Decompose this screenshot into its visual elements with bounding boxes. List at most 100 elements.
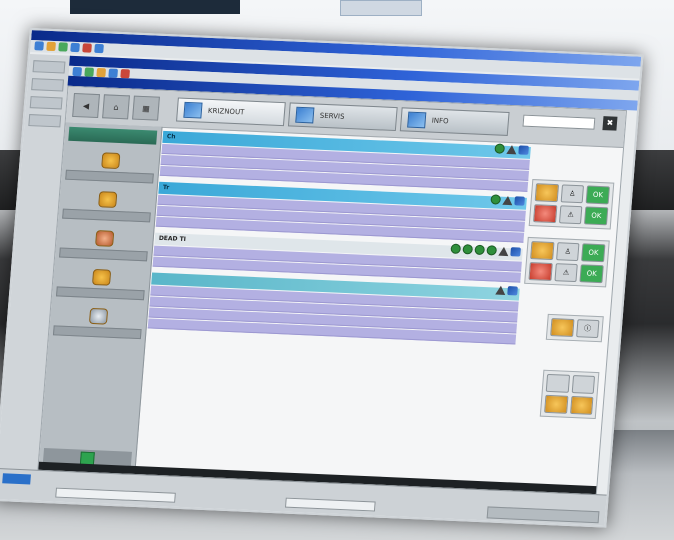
- action-panel: ♙ OK ⚠ OK: [528, 179, 615, 230]
- warning-icon: [506, 144, 518, 154]
- section-fourth: [147, 272, 520, 345]
- status-ok-icon: [474, 244, 486, 256]
- rail-button[interactable]: [32, 60, 66, 74]
- start-button[interactable]: [2, 473, 31, 485]
- action-panel: [539, 369, 600, 420]
- toolbar-icon[interactable]: [84, 67, 95, 77]
- status-ok-icon: [486, 245, 498, 256]
- computer-icon: [514, 195, 526, 206]
- rail-button[interactable]: [28, 114, 62, 128]
- close-button[interactable]: ✖: [602, 116, 618, 131]
- action-panel: ⓘ: [545, 313, 604, 343]
- home-button[interactable]: ⌂: [102, 94, 130, 120]
- status-ok-icon: [450, 243, 462, 254]
- stop-button[interactable]: [533, 204, 558, 224]
- toolbar-icon[interactable]: [120, 69, 130, 79]
- computer-icon: [510, 246, 522, 257]
- sidebar-item-label: [65, 169, 154, 184]
- section-title: Tr: [162, 183, 170, 192]
- section-tr: Tr: [155, 181, 527, 243]
- folder-action-button[interactable]: [569, 395, 594, 415]
- toolbar-icon[interactable]: [46, 41, 56, 52]
- status-icons: [495, 285, 518, 296]
- folder-icon: [91, 268, 112, 286]
- info-action-button[interactable]: ⓘ: [575, 319, 600, 339]
- warning-action-button[interactable]: ⚠: [554, 263, 579, 283]
- folder-action-button[interactable]: [544, 394, 568, 414]
- application-window: ◀ ⌂ ▦ KRIZNOUT SERVIS INFO ✖ Ch Tr DEAD …: [37, 85, 628, 496]
- sidebar-item[interactable]: [65, 151, 155, 184]
- rail-button[interactable]: [29, 96, 63, 110]
- warning-icon: [498, 246, 510, 256]
- computer-icon: [507, 286, 518, 296]
- background-monitor: [70, 0, 240, 14]
- sidebar-item-label: [59, 247, 148, 262]
- folder-action-button[interactable]: [534, 183, 559, 203]
- tab-label: KRIZNOUT: [207, 106, 245, 117]
- monitor-icon: [183, 101, 203, 119]
- warning-icon: [502, 195, 514, 205]
- status-icons: [490, 194, 526, 206]
- folder-icon: [98, 191, 118, 208]
- toolbar-icon[interactable]: [96, 67, 107, 78]
- status-ok-icon: [490, 194, 502, 205]
- back-button[interactable]: ◀: [72, 92, 100, 119]
- ok-button[interactable]: OK: [581, 243, 606, 263]
- stop-button[interactable]: [528, 262, 553, 281]
- section-title: DEAD TI: [158, 234, 187, 243]
- tab-servis[interactable]: SERVIS: [287, 102, 398, 132]
- folder-action-button[interactable]: [530, 241, 555, 261]
- person-icon: [95, 230, 115, 247]
- sidebar-item[interactable]: [59, 229, 149, 262]
- section-title: Ch: [166, 133, 176, 141]
- ok-button[interactable]: OK: [585, 185, 610, 205]
- taskbar-item[interactable]: [55, 487, 176, 503]
- monitor-screen: ◀ ⌂ ▦ KRIZNOUT SERVIS INFO ✖ Ch Tr DEAD …: [0, 28, 644, 528]
- person-action-button[interactable]: ♙: [560, 184, 585, 204]
- taskbar-item[interactable]: [284, 497, 376, 512]
- tools-icon: [88, 307, 109, 325]
- header-button-group: ◀ ⌂ ▦: [72, 92, 160, 121]
- blank-action-button[interactable]: [545, 373, 570, 393]
- ok-button[interactable]: OK: [579, 264, 604, 284]
- toolbar-icon[interactable]: [94, 43, 104, 54]
- sidebar-item[interactable]: [52, 306, 143, 340]
- status-icons: [450, 243, 522, 257]
- sidebar-heading: [68, 126, 158, 145]
- main-content: Ch Tr DEAD TI: [137, 130, 531, 484]
- sidebar-item[interactable]: [62, 190, 152, 223]
- folder-icon: [101, 152, 121, 170]
- action-panel: ♙ OK ⚠ OK: [524, 236, 610, 288]
- toolbar-icon[interactable]: [70, 42, 80, 53]
- system-tray: [486, 506, 600, 524]
- sidebar-item-label: [62, 208, 151, 223]
- search-input[interactable]: [522, 114, 596, 130]
- person-action-button[interactable]: ♙: [555, 242, 580, 262]
- sidebar-item-label: [52, 325, 142, 340]
- tab-label: INFO: [431, 116, 449, 126]
- background-monitor-screen: [340, 0, 422, 16]
- warning-action-button[interactable]: ⚠: [558, 205, 583, 225]
- sidebar-item[interactable]: [55, 267, 146, 301]
- status-ok-icon: [462, 244, 474, 255]
- toolbar-icon[interactable]: [72, 66, 83, 77]
- tab-info[interactable]: INFO: [399, 107, 510, 136]
- grid-button[interactable]: ▦: [132, 95, 160, 121]
- status-ok-icon: [494, 143, 506, 154]
- monitor-icon: [407, 111, 427, 129]
- monitor-icon: [295, 106, 315, 124]
- tab-kriznout[interactable]: KRIZNOUT: [176, 97, 286, 127]
- toolbar-icon[interactable]: [108, 68, 119, 78]
- sidebar-item-label: [55, 286, 145, 301]
- computer-icon: [518, 144, 530, 155]
- rail-button[interactable]: [31, 78, 65, 92]
- warning-icon: [495, 285, 506, 295]
- toolbar-icon[interactable]: [58, 42, 68, 52]
- tab-label: SERVIS: [319, 111, 345, 121]
- status-icons: [494, 143, 530, 155]
- ok-button[interactable]: OK: [584, 206, 609, 226]
- blank-action-button[interactable]: [571, 374, 596, 394]
- folder-action-button[interactable]: [550, 318, 575, 337]
- toolbar-icon[interactable]: [82, 43, 92, 53]
- toolbar-icon[interactable]: [34, 41, 44, 51]
